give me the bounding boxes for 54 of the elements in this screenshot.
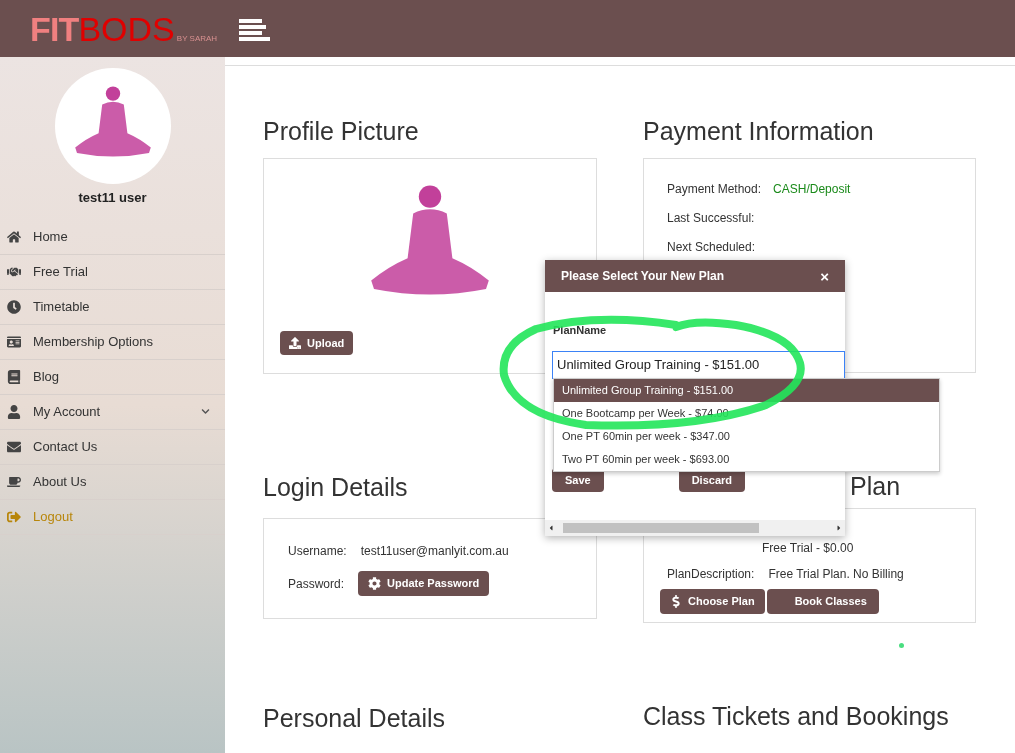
section-heading: Login Details <box>263 472 408 502</box>
section-heading: Personal Details <box>263 703 447 733</box>
section-heading: Payment Information <box>643 116 875 146</box>
sign-out-icon <box>7 509 21 524</box>
choose-plan-button[interactable]: Choose Plan <box>660 589 765 614</box>
book-icon <box>7 369 21 384</box>
section-heading: Class Tickets and Bookings <box>643 701 950 731</box>
field-label: Next Scheduled: <box>667 239 756 256</box>
scroll-right-icon[interactable] <box>835 524 843 532</box>
nav-item[interactable]: Timetable <box>0 289 225 325</box>
scroll-left-icon[interactable] <box>547 524 555 532</box>
field-label: PlanName <box>553 323 608 338</box>
close-button[interactable]: × <box>820 268 829 284</box>
field-label: PlanDescription: <box>667 566 755 583</box>
field-label: Last Successful: <box>667 210 755 227</box>
field-label: Password: <box>288 575 345 593</box>
settings-icon <box>368 577 382 590</box>
dropdown-option[interactable]: Unlimited Group Training - $151.00 <box>554 379 939 402</box>
nav-item[interactable]: About Us <box>0 464 225 500</box>
envelope-icon <box>7 439 21 454</box>
logo-text: FIT <box>30 11 79 46</box>
user-icon <box>7 404 21 419</box>
horizontal-scrollbar[interactable] <box>545 520 845 536</box>
dollar-icon <box>670 595 682 608</box>
upload-button[interactable]: Upload <box>280 331 354 355</box>
logo-tagline: BY SARAH <box>176 33 218 45</box>
nav-item[interactable]: Membership Options <box>0 324 225 360</box>
logo-text: BODS <box>78 11 175 46</box>
username-value: test11user@manlyit.com.au <box>360 543 509 560</box>
nav-item[interactable]: My Account <box>0 394 225 430</box>
id-card-icon <box>7 334 21 349</box>
section-heading: Profile Picture <box>263 116 420 146</box>
field-label: Username: <box>288 543 347 560</box>
home-icon <box>7 229 21 244</box>
nav-item[interactable]: Blog <box>0 359 225 395</box>
plan-value: Free Trial - $0.00 <box>762 540 855 557</box>
dropdown-option[interactable]: One PT 60min per week - $347.00 <box>554 425 939 448</box>
plan-description: Free Trial Plan. No Billing <box>768 566 904 583</box>
field-label: Payment Method: <box>667 181 762 198</box>
menu-icon[interactable] <box>239 16 270 41</box>
section-heading: Plan <box>850 473 901 499</box>
book-classes-button[interactable]: Book Classes <box>766 589 879 614</box>
upload-icon <box>289 337 301 349</box>
scrollbar-thumb[interactable] <box>563 523 759 533</box>
clock-icon <box>7 299 21 314</box>
coffee-cup-icon <box>7 474 21 489</box>
nav-item[interactable]: Contact Us <box>0 429 225 465</box>
dialog-title: Please Select Your New Plan <box>561 268 724 285</box>
nav-item[interactable]: Home <box>0 219 225 255</box>
dropdown-option[interactable]: Two PT 60min per week - $693.00 <box>554 448 939 471</box>
payment-method-value: CASH/Deposit <box>773 181 851 198</box>
update-password-button[interactable]: Update Password <box>358 571 490 596</box>
nav-item[interactable]: Free Trial <box>0 254 225 290</box>
user-name: test11 user <box>78 189 147 207</box>
